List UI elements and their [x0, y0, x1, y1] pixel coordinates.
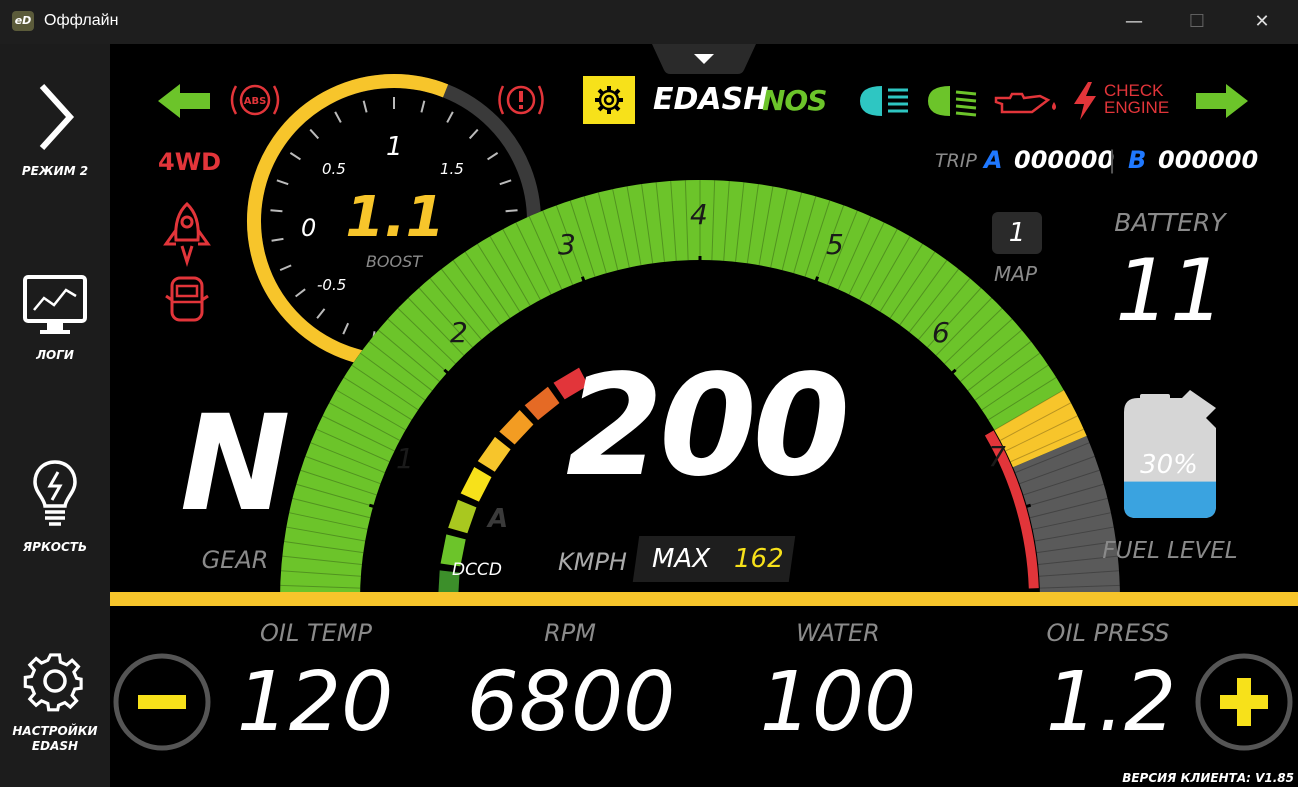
launch-control-icon [163, 201, 211, 268]
minus-button[interactable] [112, 652, 212, 752]
turn-left-icon [158, 84, 210, 118]
oil-pressure-icon [994, 92, 1056, 114]
boost-tick-label: 0.5 [322, 160, 346, 178]
map-value[interactable]: 1 [992, 212, 1042, 254]
trip-b-value: 000000 [1158, 146, 1259, 174]
boost-value: 1.1 [345, 185, 445, 250]
plus-button[interactable] [1194, 652, 1294, 752]
tach-tick-label: 2 [450, 316, 468, 349]
tach-tick-label: 3 [558, 228, 576, 261]
turn-right-icon [1196, 84, 1248, 118]
abs-text: ABS [244, 96, 267, 107]
water-value: 100 [759, 655, 917, 750]
dccd-mode: A [488, 504, 509, 534]
check-engine-indicator: CHECK ENGINE [1104, 81, 1170, 117]
oil-temp-label: OIL TEMP [260, 619, 372, 647]
dccd-label: DCCD [452, 560, 502, 580]
oil-press-value: 1.2 [1045, 655, 1177, 750]
fuel-label: FUEL LEVEL [1102, 538, 1238, 564]
drive-mode-indicator: 4WD [158, 148, 222, 176]
speed-value: 200 [565, 345, 850, 508]
max-label: MAX [652, 544, 711, 574]
trip-separator: | [1108, 146, 1117, 174]
oil-press-label: OIL PRESS [1046, 619, 1170, 647]
max-speed-value: 162 [734, 544, 784, 574]
minus-icon [138, 695, 186, 709]
client-version: ВЕРСИЯ КЛИЕНТА: V1.85 [1122, 771, 1294, 785]
battery-value: 11 [1115, 241, 1225, 341]
boost-tick [505, 209, 518, 213]
boost-label: BOOST [365, 252, 423, 271]
boost-tick [270, 209, 283, 213]
nos-indicator: NOS [762, 84, 827, 117]
boost-tick-label: -0.5 [317, 276, 347, 294]
battery-label: BATTERY [1114, 208, 1226, 237]
water-label: WATER [796, 619, 880, 647]
brake-warning-icon [498, 85, 544, 115]
brand-logo: EDASH [653, 82, 769, 117]
rpm-label: RPM [544, 619, 596, 647]
trip-label: TRIP [935, 150, 977, 172]
lightning-icon [1074, 82, 1096, 120]
divider [110, 592, 1298, 606]
gear-icon [595, 86, 623, 114]
door-open-icon [165, 276, 209, 322]
settings-toggle[interactable] [583, 76, 635, 124]
high-beam-icon [860, 86, 908, 116]
speed-unit: KMPH [558, 548, 627, 576]
tach-tick-label: 4 [690, 198, 708, 231]
map-label: MAP [994, 262, 1037, 286]
boost-tick-label: 1.5 [440, 160, 464, 178]
trip-a-label[interactable]: A [984, 146, 1003, 174]
low-beam-icon [928, 86, 977, 117]
tach-tick-label: 5 [826, 228, 844, 261]
gear-value: N [180, 387, 291, 541]
plus-icon [1237, 678, 1251, 726]
tach-tick-label: 1 [396, 442, 414, 475]
gear-label: GEAR [201, 546, 269, 574]
boost-tick-label: 1 [386, 132, 403, 162]
abs-warning-icon: ABS [230, 84, 280, 116]
tach-tick-label: 7 [988, 440, 1006, 473]
trip-b-label[interactable]: B [1128, 146, 1146, 174]
oil-temp-value: 120 [236, 655, 394, 750]
trip-a-value: 000000 [1014, 146, 1115, 174]
fuel-value: 30% [1140, 450, 1198, 480]
rpm-value: 6800 [466, 655, 676, 750]
tach-tick-label: 6 [932, 316, 950, 349]
boost-tick-label: 0 [301, 214, 317, 242]
